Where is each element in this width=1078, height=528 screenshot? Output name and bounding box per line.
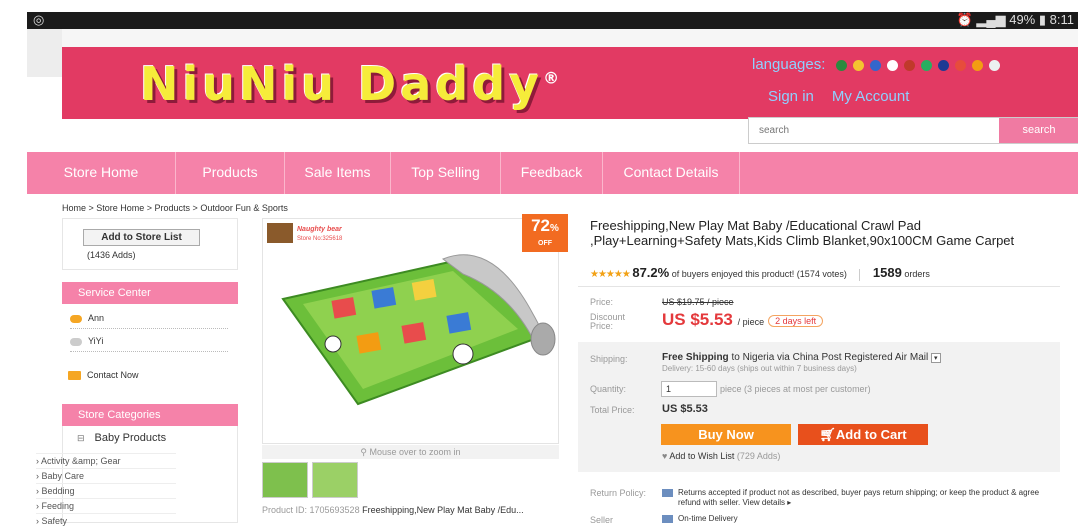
contact-now-link[interactable]: Contact Now [68,366,226,386]
price-label: Price: [590,297,614,307]
main-nav: Store Home Products Sale Items Top Selli… [27,152,1078,194]
flag-icon[interactable] [920,59,932,71]
category-baby-products[interactable]: ⊟ Baby Products [77,432,166,444]
battery-level: 49% [1009,12,1036,27]
store-number: Store No:325618 [297,236,343,242]
flag-icon[interactable] [852,59,864,71]
collapse-icon[interactable]: ⊟ [77,433,85,443]
signal-icon: ▂▄▆ [976,12,1006,27]
nav-store-home[interactable]: Store Home [27,152,176,194]
flag-icon[interactable] [886,59,898,71]
product-thumbnail[interactable] [262,462,308,498]
alarm-icon: ⏰ [956,12,973,27]
subcategory-link[interactable]: › Baby Care [36,468,176,483]
search-input[interactable] [749,118,997,143]
total-price: US $5.53 [662,403,708,415]
cart-icon: 🛒︎ [819,427,836,442]
flag-icon[interactable] [971,59,983,71]
store-categories-heading: Store Categories [62,404,238,426]
store-brand-logo [267,223,293,243]
subcategory-link[interactable]: › Safety [36,513,176,528]
quantity-hint: piece (3 pieces at most per customer) [720,384,871,394]
buy-now-button[interactable]: Buy Now [661,424,791,445]
seller-guarantee: On-time Delivery [662,514,738,523]
flag-icon[interactable] [954,59,966,71]
product-id: Product ID: 1705693528 Freeshipping,New … [262,505,524,515]
flag-icon[interactable] [869,59,881,71]
rating-percent: 87.2% [632,265,670,280]
my-account-link[interactable]: My Account [832,88,910,105]
subcategory-link[interactable]: › Activity &amp; Gear [36,453,176,468]
star-rating-icon[interactable]: ★★★★★ [590,269,631,280]
sign-in-link[interactable]: Sign in [768,88,814,105]
shipping-dropdown-icon[interactable]: ▾ [931,353,941,363]
service-center-heading: Service Center [62,282,238,304]
add-to-cart-button[interactable]: 🛒︎Add to Cart [798,424,928,445]
nav-top-selling[interactable]: Top Selling [391,152,501,194]
zoom-hint: ⚲ Mouse over to zoom in [262,445,559,459]
nav-products[interactable]: Products [176,152,285,194]
status-bar: ◎ ⏰ ▂▄▆ 49% ▮ 8:11 [27,12,1078,29]
seller-label: Seller [590,515,614,525]
delivery-icon [662,515,673,523]
service-agent[interactable]: Ann [70,309,228,329]
store-adds-count: (1436 Adds) [87,250,136,260]
battery-icon: ▮ [1038,12,1047,27]
language-selector: languages: [752,56,1000,73]
original-price: US $19.75 / piece [662,297,734,307]
orders-count: 1589 [872,265,902,280]
orders-label: orders [904,269,930,279]
languages-label: languages: [752,56,826,73]
mail-icon [68,371,81,381]
product-title: Freeshipping,New Play Mat Baby /Educatio… [590,218,1015,248]
flag-icon[interactable] [835,59,847,71]
discount-price: US $5.53 / piece 2 days left [662,310,824,330]
quantity-label: Quantity: [590,384,627,394]
product-image[interactable]: Naughty bear Store No:325618 [263,219,558,443]
clock: 8:11 [1049,12,1074,27]
add-to-wish-list-link[interactable]: ♥ Add to Wish List (729 Adds) [662,451,780,461]
return-policy: Returns accepted if product not as descr… [662,488,1062,508]
online-status-icon [70,314,82,323]
rating-text: of buyers enjoyed this product! (1574 vo… [671,269,847,279]
total-price-label: Total Price: [590,405,635,415]
nav-sale-items[interactable]: Sale Items [285,152,391,194]
account-links: Sign in My Account [768,88,927,105]
flag-icon[interactable] [937,59,949,71]
discount-badge: 72% OFF [522,214,568,252]
product-thumbnail[interactable] [312,462,358,498]
add-to-store-list-button[interactable]: Add to Store List [83,229,200,246]
flag-icon[interactable] [903,59,915,71]
offline-status-icon [70,337,82,346]
magnifier-icon: ⚲ [360,447,370,457]
shipping-label: Shipping: [590,354,628,364]
flag-icon[interactable] [988,59,1000,71]
service-agent[interactable]: YiYi [70,332,228,352]
subcategory-link[interactable]: › Feeding [36,498,176,513]
return-policy-label: Return Policy: [590,488,647,498]
store-list-box: Add to Store List (1436 Adds) [62,218,238,270]
compass-icon: ◎ [33,12,45,27]
rating-row: ★★★★★ 87.2% of buyers enjoyed this produ… [590,265,930,281]
shipping-info: Free Shipping to Nigeria via China Post … [662,352,941,363]
nav-contact-details[interactable]: Contact Details [603,152,740,194]
store-logo[interactable]: NiuNiu Daddy® [140,57,563,111]
breadcrumb[interactable]: Home > Store Home > Products > Outdoor F… [62,203,288,213]
discount-price-label: Discount Price: [590,312,626,331]
store-brand-name: Naughty bear [297,226,343,233]
quantity-input[interactable]: 1 [661,381,717,397]
days-left-badge: 2 days left [768,314,824,327]
search-bar: search [748,117,1078,144]
delivery-estimate: Delivery: 15-60 days (ships out within 7… [662,364,857,373]
nav-feedback[interactable]: Feedback [501,152,603,194]
search-button[interactable]: search [999,118,1078,143]
subcategory-link[interactable]: › Bedding [36,483,176,498]
return-policy-icon [662,489,673,497]
